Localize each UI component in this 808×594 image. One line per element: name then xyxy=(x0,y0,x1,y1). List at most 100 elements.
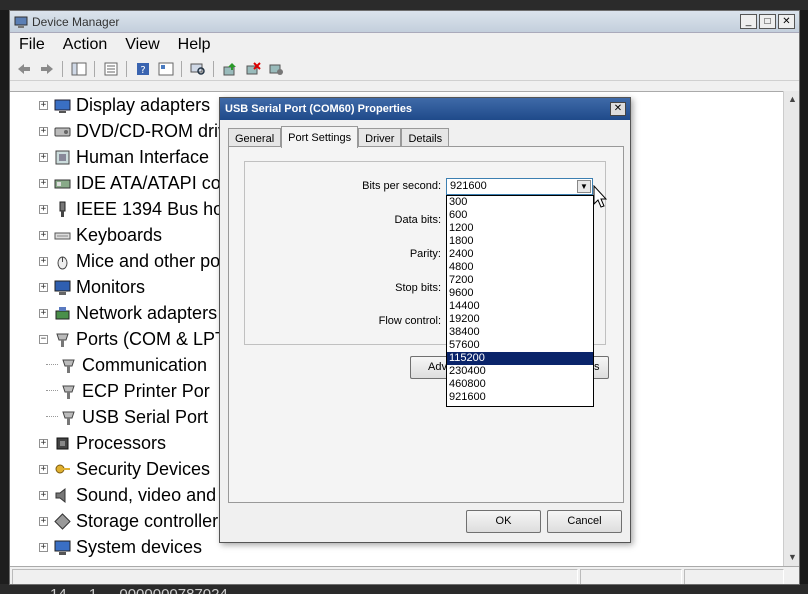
expand-icon[interactable]: + xyxy=(39,178,48,188)
baud-rate-option[interactable]: 300 xyxy=(447,196,593,209)
view-icon[interactable] xyxy=(156,60,175,77)
disable-device-icon[interactable] xyxy=(266,60,285,77)
update-driver-icon[interactable] xyxy=(220,60,239,77)
status-cell xyxy=(684,569,784,584)
baud-rate-option[interactable]: 7200 xyxy=(447,274,593,287)
baud-rate-option[interactable]: 115200 xyxy=(447,352,593,365)
tab-port-settings[interactable]: Port Settings xyxy=(281,126,359,148)
cancel-button[interactable]: Cancel xyxy=(547,510,622,533)
tree-scrollbar[interactable]: ▲ ▼ xyxy=(783,91,799,566)
tree-item[interactable]: Communication xyxy=(46,352,207,378)
tab-details[interactable]: Details xyxy=(401,128,450,148)
back-icon[interactable] xyxy=(14,60,33,77)
tree-item[interactable]: + Human Interface xyxy=(39,144,209,170)
menu-file[interactable]: File xyxy=(10,36,54,54)
bits-per-second-select[interactable]: 921600 ▼ xyxy=(446,178,593,195)
collapse-icon[interactable]: − xyxy=(39,334,48,344)
tree-item-label: Monitors xyxy=(76,276,146,297)
expand-icon[interactable]: + xyxy=(39,230,48,240)
tree-item[interactable]: + IDE ATA/ATAPI co xyxy=(39,170,221,196)
expand-icon[interactable]: + xyxy=(39,126,48,136)
scroll-up-icon[interactable]: ▲ xyxy=(784,91,799,108)
close-button[interactable]: ✕ xyxy=(778,14,795,29)
menu-action[interactable]: Action xyxy=(54,36,116,54)
expand-icon[interactable]: + xyxy=(39,204,48,214)
expand-icon[interactable]: + xyxy=(39,516,48,526)
tree-item[interactable]: + Storage controller xyxy=(39,508,218,534)
expand-icon[interactable]: + xyxy=(39,256,48,266)
baud-rate-option[interactable]: 1200 xyxy=(447,222,593,235)
help-icon[interactable]: ? xyxy=(133,60,152,77)
tree-item[interactable]: + Monitors xyxy=(39,274,145,300)
restore-defaults-button[interactable]: s xyxy=(594,356,609,379)
baud-rate-option[interactable]: 230400 xyxy=(447,365,593,378)
port-icon xyxy=(54,331,71,348)
tree-item-label: Storage controller xyxy=(76,510,219,531)
tree-item-label: Display adapters xyxy=(76,94,211,115)
background-bottom-text: 14 1 0000000787024 xyxy=(0,584,808,594)
menu-bar: File Action View Help xyxy=(10,33,799,57)
tree-item[interactable]: + Sound, video and xyxy=(39,482,216,508)
minimize-button[interactable]: _ xyxy=(740,14,757,29)
tree-item-label: IDE ATA/ATAPI co xyxy=(76,172,221,193)
bits-per-second-label: Bits per second: xyxy=(362,180,441,192)
baud-rate-option[interactable]: 19200 xyxy=(447,313,593,326)
expand-icon[interactable]: + xyxy=(39,490,48,500)
ok-button[interactable]: OK xyxy=(466,510,541,533)
expand-icon[interactable]: + xyxy=(39,282,48,292)
tree-item[interactable]: + Mice and other po xyxy=(39,248,220,274)
tree-item[interactable]: + Network adapters xyxy=(39,300,217,326)
expand-icon[interactable]: + xyxy=(39,542,48,552)
baud-rate-option[interactable]: 921600 xyxy=(447,391,593,404)
scroll-down-icon[interactable]: ▼ xyxy=(784,549,799,566)
expand-icon[interactable]: + xyxy=(39,464,48,474)
tree-item[interactable]: + Security Devices xyxy=(39,456,210,482)
show-hide-tree-icon[interactable] xyxy=(69,60,88,77)
tree-item[interactable]: + Display adapters xyxy=(39,92,210,118)
tree-item[interactable]: + DVD/CD-ROM driv xyxy=(39,118,227,144)
baud-rate-option[interactable]: 38400 xyxy=(447,326,593,339)
tree-item[interactable]: + Keyboards xyxy=(39,222,162,248)
tree-item[interactable]: ECP Printer Por xyxy=(46,378,210,404)
tree-item[interactable]: + System devices xyxy=(39,534,202,560)
baud-rate-option[interactable]: 600 xyxy=(447,209,593,222)
maximize-button[interactable]: □ xyxy=(759,14,776,29)
tree-item-label: ECP Printer Por xyxy=(82,380,210,401)
expand-icon[interactable]: + xyxy=(39,308,48,318)
baud-rate-option[interactable]: 9600 xyxy=(447,287,593,300)
baud-rate-option[interactable]: 1800 xyxy=(447,235,593,248)
tree-item[interactable]: − Ports (COM & LPT xyxy=(39,326,226,352)
tree-item[interactable]: USB Serial Port xyxy=(46,404,209,430)
tree-item-label: IEEE 1394 Bus ho xyxy=(76,198,224,219)
tab-general[interactable]: General xyxy=(228,128,282,148)
baud-rate-option[interactable]: 57600 xyxy=(447,339,593,352)
tree-item[interactable]: + IEEE 1394 Bus ho xyxy=(39,196,223,222)
chevron-down-icon[interactable]: ▼ xyxy=(577,180,591,193)
window-titlebar[interactable]: Device Manager _ □ ✕ xyxy=(10,11,799,33)
properties-icon[interactable] xyxy=(101,60,120,77)
baud-rate-option[interactable]: 14400 xyxy=(447,300,593,313)
baud-rate-option[interactable]: 2400 xyxy=(447,248,593,261)
scan-hardware-icon[interactable] xyxy=(188,60,207,77)
baud-rate-option[interactable]: 4800 xyxy=(447,261,593,274)
tree-item[interactable]: + Processors xyxy=(39,430,166,456)
advanced-button[interactable]: Adv xyxy=(410,356,448,379)
dialog-close-button[interactable]: ✕ xyxy=(610,102,626,116)
dialog-titlebar[interactable]: USB Serial Port (COM60) Properties ✕ xyxy=(220,98,630,120)
menu-help[interactable]: Help xyxy=(169,36,220,54)
menu-view[interactable]: View xyxy=(116,36,168,54)
bg-text-2: 1 xyxy=(89,584,97,594)
device-manager-icon xyxy=(14,15,28,29)
tree-item-label: USB Serial Port xyxy=(82,406,209,427)
display-adapter-icon xyxy=(54,97,71,114)
expand-icon[interactable]: + xyxy=(39,152,48,162)
baud-rate-option[interactable]: 460800 xyxy=(447,378,593,391)
expand-icon[interactable]: + xyxy=(39,438,48,448)
expand-icon[interactable]: + xyxy=(39,100,48,110)
tab-driver[interactable]: Driver xyxy=(358,128,402,148)
background-window-menu xyxy=(0,0,808,10)
uninstall-icon[interactable] xyxy=(243,60,262,77)
tree-item-label: Sound, video and xyxy=(76,484,217,505)
monitor-icon xyxy=(54,279,71,296)
forward-icon[interactable] xyxy=(37,60,56,77)
